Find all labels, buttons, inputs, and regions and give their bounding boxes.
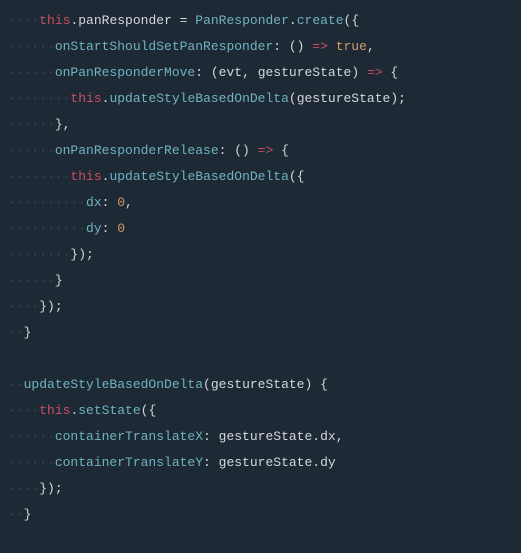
code-line <box>0 346 521 372</box>
whitespace: ···· <box>8 13 39 28</box>
code-line: ··updateStyleBasedOnDelta(gestureState) … <box>0 372 521 398</box>
code-line: ··········dx: 0, <box>0 190 521 216</box>
code-line: ··} <box>0 502 521 528</box>
code-line: ········}); <box>0 242 521 268</box>
code-line: ····this.panResponder = PanResponder.cre… <box>0 8 521 34</box>
code-line: ······containerTranslateY: gestureState.… <box>0 450 521 476</box>
code-line: ······} <box>0 268 521 294</box>
code-line: ······containerTranslateX: gestureState.… <box>0 424 521 450</box>
code-line: ····this.setState({ <box>0 398 521 424</box>
code-line: ······onPanResponderMove: (evt, gestureS… <box>0 60 521 86</box>
code-line: ······onStartShouldSetPanResponder: () =… <box>0 34 521 60</box>
keyword-this: this <box>39 13 70 28</box>
code-line: ··········dy: 0 <box>0 216 521 242</box>
code-line: ······onPanResponderRelease: () => { <box>0 138 521 164</box>
code-line: ······}, <box>0 112 521 138</box>
code-line: ········this.updateStyleBasedOnDelta({ <box>0 164 521 190</box>
code-editor[interactable]: ····this.panResponder = PanResponder.cre… <box>0 8 521 528</box>
code-line: ····}); <box>0 476 521 502</box>
code-line: ··} <box>0 320 521 346</box>
code-line: ····}); <box>0 294 521 320</box>
code-line: ········this.updateStyleBasedOnDelta(ges… <box>0 86 521 112</box>
